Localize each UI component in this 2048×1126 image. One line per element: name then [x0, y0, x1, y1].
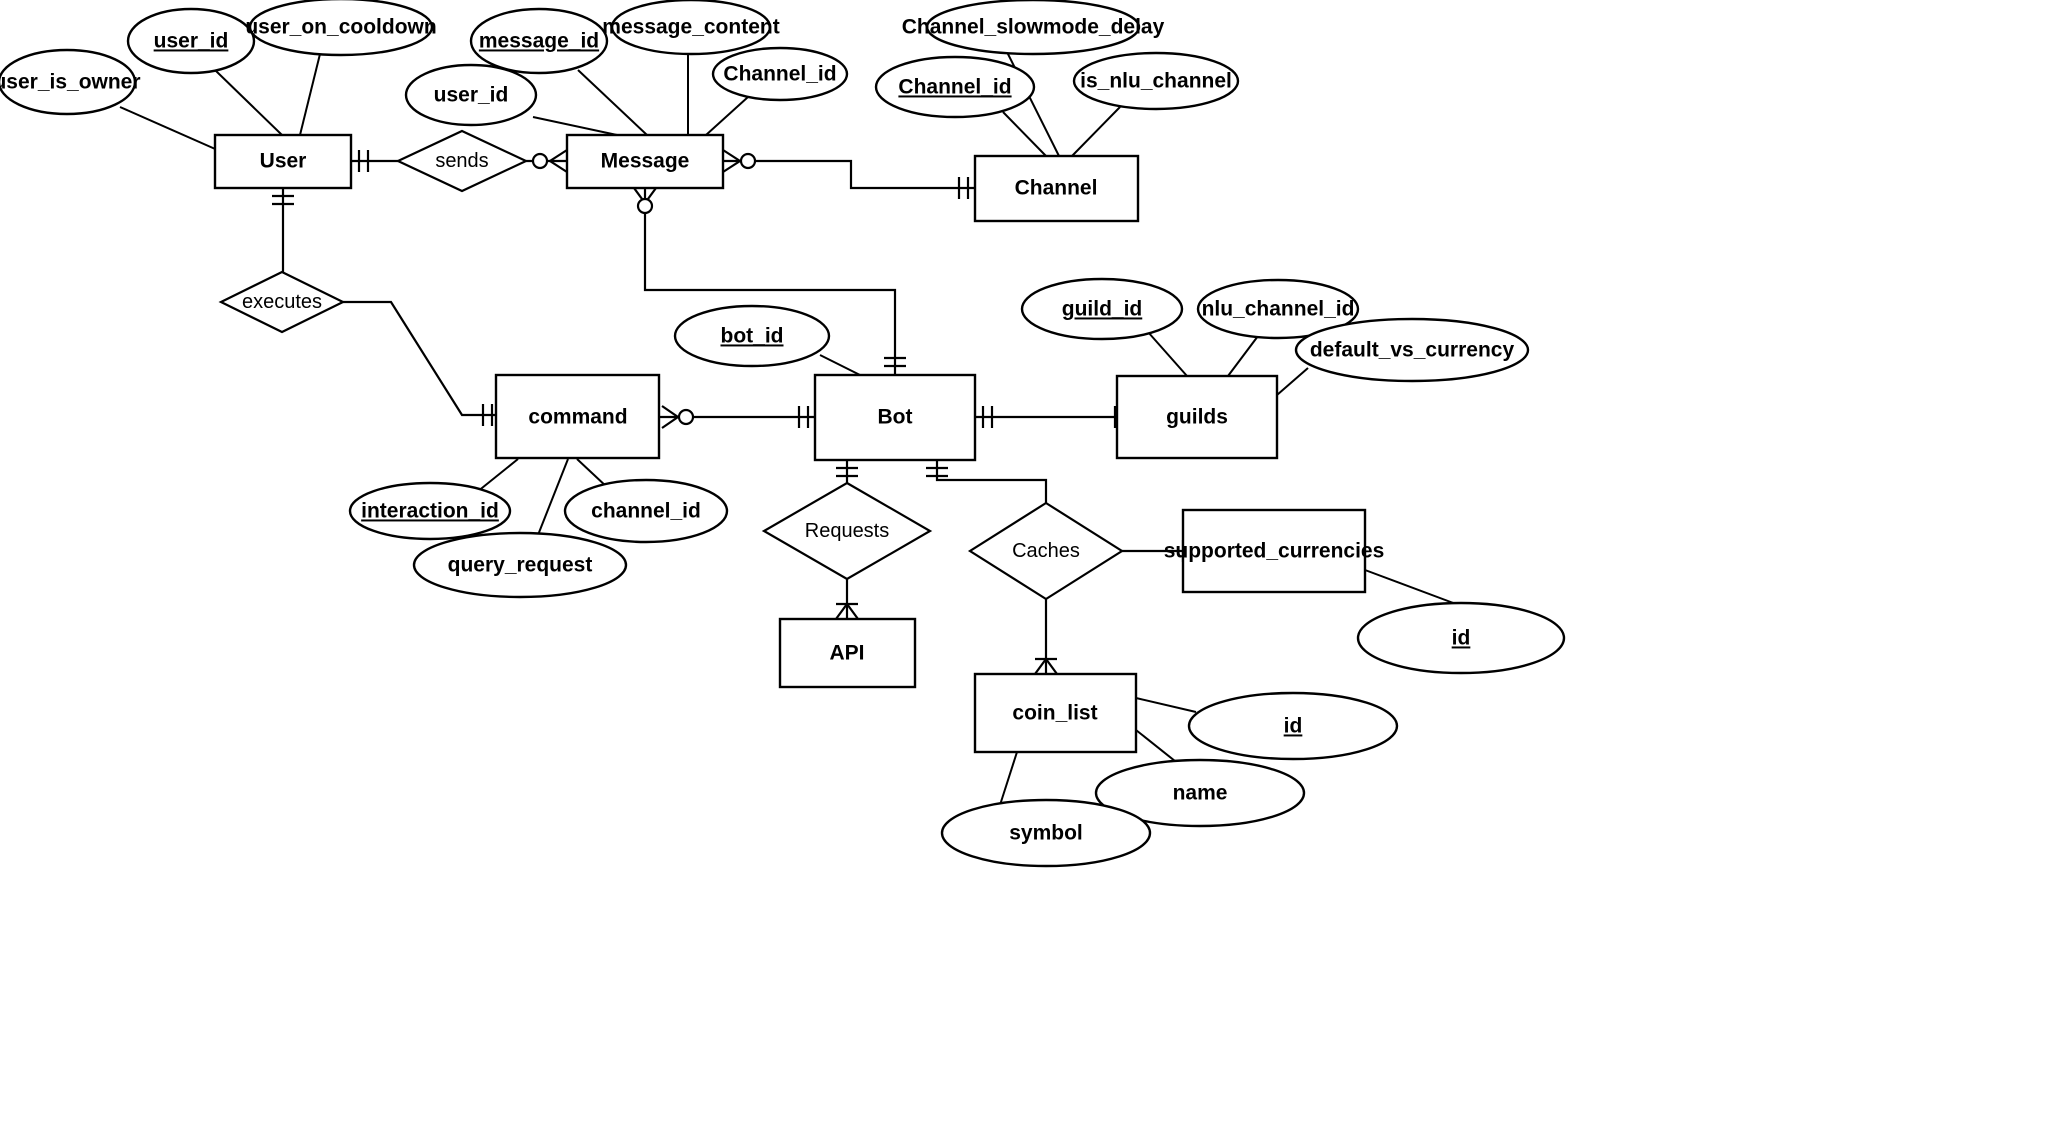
entity-box-coin_list [973, 672, 1138, 754]
line-default_vs_currency [1276, 367, 1309, 396]
line-interaction_id [476, 458, 519, 493]
line-user_is_owner [119, 106, 223, 153]
attribute-supported_currencies-id [1356, 601, 1566, 675]
edge-message-channel [723, 159, 975, 190]
entity-box-channel [973, 154, 1140, 223]
entity-box-supported_currencies [1181, 508, 1367, 594]
relationship-sends [395, 129, 529, 193]
entity-box-user [213, 133, 353, 190]
line-coin_id [1135, 697, 1197, 713]
attribute-coin_list-id [1187, 691, 1399, 761]
er-diagram-svg [0, 0, 1566, 868]
line-nlu_channel_id [1227, 335, 1259, 377]
relationship-executes [218, 270, 346, 334]
line-sc_id [1364, 569, 1457, 605]
attribute-bot_id [673, 304, 831, 368]
relationship-requests [761, 481, 933, 581]
relationship-caches [967, 501, 1125, 601]
line-is_nlu_channel [1071, 106, 1121, 157]
line-query_request [537, 458, 569, 536]
cardinality-markers [272, 149, 1200, 675]
attribute-is_nlu_channel [1072, 51, 1240, 111]
attribute-message_id [469, 7, 609, 75]
marker-message-bottom-zero [636, 197, 654, 215]
attribute-msg_user_id [404, 63, 538, 127]
line-user_on_cooldown [299, 53, 321, 136]
er-diagram-canvas: User Message Channel command Bot guilds … [0, 0, 2048, 1126]
attribute-ellipses [0, 0, 1566, 868]
attribute-user_is_owner [0, 48, 137, 116]
marker-command-bot-zero [677, 408, 695, 426]
entity-boxes [213, 133, 1367, 754]
line-bot_id [819, 354, 861, 376]
edge-executes-command [343, 300, 496, 417]
entity-box-guilds [1115, 374, 1279, 460]
attribute-guild_id [1020, 277, 1184, 341]
attribute-coin_list-symbol [940, 798, 1152, 868]
attribute-channel_id_key [874, 55, 1036, 119]
entity-box-message [565, 133, 725, 190]
line-user_user_id [214, 69, 283, 136]
entity-box-command [494, 373, 661, 460]
attribute-cmd_channel_id [563, 478, 729, 544]
line-guild_id [1147, 331, 1188, 377]
attribute-interaction_id [348, 481, 512, 541]
line-coin_symbol [999, 751, 1018, 806]
attribute-user_user_id [126, 7, 256, 75]
entity-box-api [778, 617, 917, 689]
line-msg_channel_id [705, 96, 749, 136]
attribute-channel_slowmode_delay [925, 0, 1141, 56]
entity-box-bot [813, 373, 977, 462]
line-msg_user_id [532, 116, 618, 136]
attribute-default_vs_currency [1294, 317, 1530, 383]
attribute-message_content [610, 0, 772, 56]
attribute-user_on_cooldown [248, 0, 434, 57]
marker-sends-message-zero [531, 152, 549, 170]
attribute-query_request [412, 531, 628, 599]
line-message_id [577, 69, 648, 136]
edge-bot-caches [935, 460, 1048, 503]
marker-message-channel-zero [739, 152, 757, 170]
attribute-msg_channel_id [711, 46, 849, 102]
